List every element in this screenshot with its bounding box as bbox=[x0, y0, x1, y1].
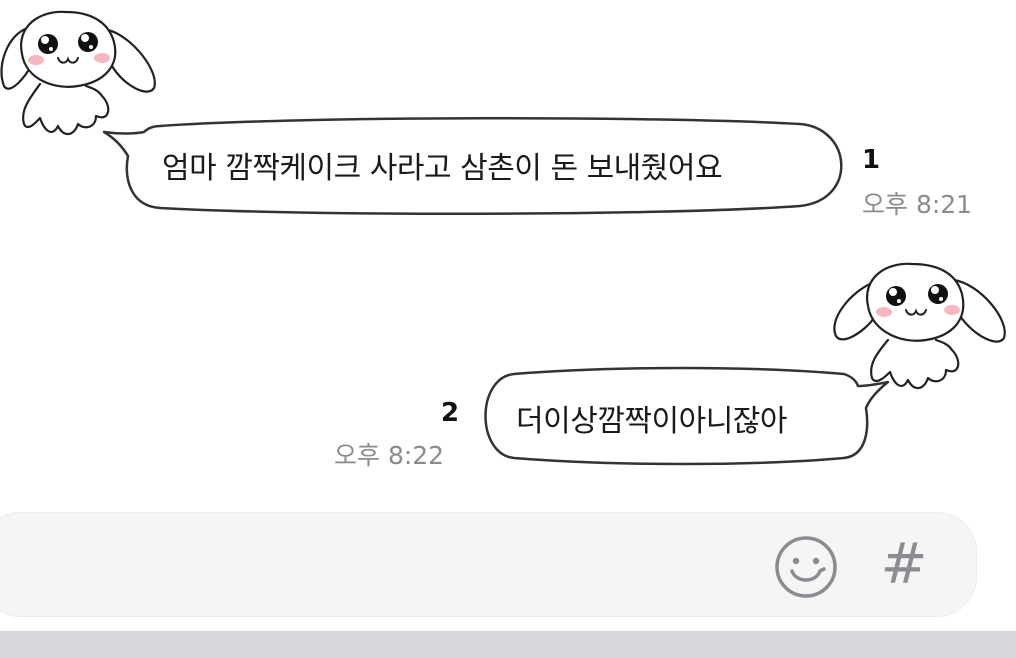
chat-screen: 엄마 깜짝케이크 사라고 삼촌이 돈 보내줬어요 1 오후 8:21 더이상깜짝… bbox=[0, 0, 1016, 658]
message-composer: # bbox=[0, 512, 977, 617]
emoji-button[interactable] bbox=[774, 535, 838, 599]
unread-count: 1 bbox=[862, 145, 881, 175]
hash-icon[interactable]: # bbox=[874, 533, 934, 597]
message-text: 엄마 깜짝케이크 사라고 삼촌이 돈 보내줬어요 bbox=[162, 151, 723, 186]
smiley-face-icon bbox=[775, 536, 837, 598]
unread-count: 2 bbox=[441, 398, 460, 428]
message-input[interactable] bbox=[41, 543, 695, 589]
bottom-strip bbox=[0, 631, 1016, 658]
message-time: 오후 8:22 bbox=[334, 441, 445, 470]
message-time: 오후 8:21 bbox=[862, 190, 973, 219]
message-text: 더이상깜짝이아니잖아 bbox=[516, 404, 788, 439]
